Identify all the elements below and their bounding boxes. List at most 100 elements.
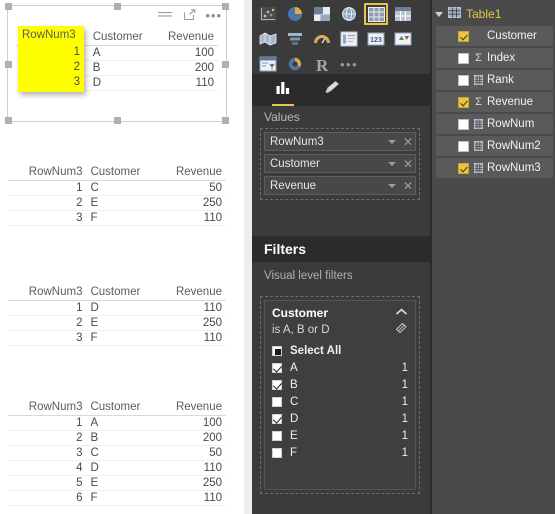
checkbox-unchecked[interactable] bbox=[458, 140, 469, 152]
column-header-revenue[interactable]: Revenue bbox=[151, 400, 226, 416]
chevron-down-icon[interactable] bbox=[388, 139, 396, 144]
multi-row-card-icon[interactable] bbox=[337, 28, 361, 50]
field-item-rank[interactable]: Rank bbox=[436, 70, 553, 90]
filter-item-d[interactable]: D 1 bbox=[272, 410, 408, 427]
table-visual-fourth[interactable]: RowNum3 Customer Revenue 1 A 100 2 B 200 bbox=[8, 400, 226, 514]
table-row[interactable]: 4 D 110 bbox=[8, 460, 226, 476]
column-header-customer[interactable]: Customer bbox=[86, 285, 152, 301]
remove-field-icon[interactable]: ✕ bbox=[403, 180, 413, 192]
filter-item-b[interactable]: B 1 bbox=[272, 376, 408, 393]
column-header-revenue[interactable]: Revenue bbox=[149, 30, 218, 46]
table-row[interactable]: 1 A 100 bbox=[16, 45, 218, 61]
filters-dropzone[interactable]: Customer is A, B or D Select All A 1 B 1… bbox=[260, 296, 420, 494]
funnel-icon[interactable] bbox=[283, 28, 307, 50]
column-header-customer[interactable]: Customer bbox=[86, 165, 152, 181]
values-field-wells[interactable]: RowNum3 ✕ Customer ✕ Revenue ✕ bbox=[260, 128, 420, 200]
chevron-down-icon[interactable] bbox=[388, 161, 396, 166]
filled-map-icon[interactable] bbox=[256, 28, 280, 50]
table-row[interactable]: 1 D 110 bbox=[8, 300, 226, 316]
checkbox-unchecked[interactable] bbox=[458, 52, 469, 64]
filter-icon[interactable] bbox=[157, 9, 174, 23]
checkbox-indeterminate[interactable] bbox=[272, 345, 282, 356]
table-visual-filtered-top[interactable]: ••• RowNum3 Customer Revenue 1 A 100 2 B… bbox=[5, 3, 229, 124]
field-item-rownum[interactable]: RowNum bbox=[436, 114, 553, 134]
column-header-rownum3[interactable]: RowNum3 bbox=[8, 285, 87, 301]
filter-item-f[interactable]: F 1 bbox=[272, 444, 408, 461]
filter-item-select-all[interactable]: Select All bbox=[272, 342, 408, 359]
table-row[interactable]: 5 E 250 bbox=[8, 475, 226, 491]
column-header-rownum3[interactable]: RowNum3 bbox=[8, 165, 87, 181]
column-header-rownum3[interactable]: RowNum3 bbox=[8, 400, 87, 416]
checkbox-checked[interactable] bbox=[272, 362, 282, 373]
checkbox-checked[interactable] bbox=[458, 30, 469, 42]
filter-item-a[interactable]: A 1 bbox=[272, 359, 408, 376]
field-item-rownum2[interactable]: RowNum2 bbox=[436, 136, 553, 156]
more-visuals-ellipsis-icon[interactable]: ••• bbox=[337, 53, 358, 75]
resize-handle-middle-bottom[interactable] bbox=[114, 117, 121, 124]
resize-handle-bottom-right[interactable] bbox=[222, 117, 229, 124]
table-row[interactable]: 2 E 250 bbox=[8, 315, 226, 331]
focus-mode-icon[interactable] bbox=[183, 8, 196, 24]
remove-field-icon[interactable]: ✕ bbox=[403, 136, 413, 148]
resize-handle-middle-left[interactable] bbox=[5, 60, 12, 68]
field-item-index[interactable]: Σ Index bbox=[436, 48, 553, 68]
donut-chart-icon[interactable] bbox=[283, 53, 307, 75]
scatter-chart-icon[interactable] bbox=[256, 3, 280, 25]
tab-format[interactable] bbox=[318, 76, 344, 106]
filter-item-e[interactable]: E 1 bbox=[272, 427, 408, 444]
chevron-down-icon[interactable] bbox=[388, 183, 396, 188]
triangle-expanded-icon[interactable] bbox=[435, 11, 443, 17]
checkbox-unchecked[interactable] bbox=[272, 396, 282, 407]
table-row[interactable]: 3 F 110 bbox=[8, 210, 226, 226]
table-row[interactable]: 2 B 200 bbox=[16, 60, 218, 76]
eraser-clear-filter-icon[interactable] bbox=[395, 322, 408, 337]
r-script-visual-icon[interactable]: R bbox=[310, 53, 334, 75]
treemap-icon[interactable] bbox=[310, 3, 334, 25]
field-item-revenue[interactable]: Σ Revenue bbox=[436, 92, 553, 112]
table-row[interactable]: 3 C 50 bbox=[8, 445, 226, 461]
checkbox-unchecked[interactable] bbox=[458, 118, 469, 130]
resize-handle-top-right[interactable] bbox=[222, 3, 229, 10]
field-well-rownum3[interactable]: RowNum3 ✕ bbox=[264, 132, 416, 151]
field-well-revenue[interactable]: Revenue ✕ bbox=[264, 176, 416, 195]
resize-handle-bottom-left[interactable] bbox=[5, 117, 12, 124]
column-header-customer[interactable]: Customer bbox=[86, 400, 152, 416]
checkbox-unchecked[interactable] bbox=[272, 430, 282, 441]
map-icon[interactable] bbox=[337, 3, 361, 25]
table-icon[interactable] bbox=[364, 3, 388, 25]
pie-chart-icon[interactable] bbox=[283, 3, 307, 25]
field-well-customer[interactable]: Customer ✕ bbox=[264, 154, 416, 173]
remove-field-icon[interactable]: ✕ bbox=[403, 158, 413, 170]
filter-value-list[interactable]: Select All A 1 B 1 C 1 D 1 E 1 F 1 bbox=[272, 342, 408, 461]
report-canvas[interactable]: ••• RowNum3 Customer Revenue 1 A 100 2 B… bbox=[0, 0, 252, 514]
resize-handle-middle-right[interactable] bbox=[222, 60, 229, 68]
table-row[interactable]: 6 F 110 bbox=[8, 490, 226, 506]
filter-item-c[interactable]: C 1 bbox=[272, 393, 408, 410]
more-options-ellipsis-icon[interactable]: ••• bbox=[205, 9, 222, 22]
column-header-customer[interactable]: Customer bbox=[88, 30, 150, 46]
table-visual-third[interactable]: RowNum3 Customer Revenue 1 D 110 2 E 250 bbox=[8, 285, 226, 360]
column-header-revenue[interactable]: Revenue bbox=[151, 285, 226, 301]
gauge-icon[interactable] bbox=[310, 28, 334, 50]
field-item-customer[interactable]: Customer bbox=[436, 26, 553, 46]
card-icon[interactable]: 123 bbox=[364, 28, 388, 50]
slicer-icon[interactable] bbox=[256, 53, 280, 75]
checkbox-unchecked[interactable] bbox=[458, 74, 469, 86]
column-header-rownum3[interactable]: RowNum3 bbox=[16, 30, 89, 46]
column-header-revenue[interactable]: Revenue bbox=[151, 165, 226, 181]
checkbox-checked[interactable] bbox=[458, 96, 469, 108]
checkbox-checked[interactable] bbox=[458, 162, 469, 174]
table-row[interactable]: 1 A 100 bbox=[8, 415, 226, 431]
fields-table-header-table1[interactable]: Table1 bbox=[430, 4, 555, 24]
tab-fields[interactable] bbox=[270, 76, 296, 106]
table-visual-second[interactable]: RowNum3 Customer Revenue 1 C 50 2 E 250 bbox=[8, 165, 226, 240]
table-row[interactable]: 2 B 200 bbox=[8, 430, 226, 446]
table-row[interactable]: 3 F 110 bbox=[8, 330, 226, 346]
table-row[interactable]: 1 C 50 bbox=[8, 180, 226, 196]
resize-handle-top-left[interactable] bbox=[5, 3, 12, 10]
checkbox-checked[interactable] bbox=[272, 413, 282, 424]
filter-card-customer[interactable]: Customer is A, B or D Select All A 1 B 1… bbox=[264, 300, 416, 490]
table-row[interactable]: 3 D 110 bbox=[16, 75, 218, 91]
checkbox-checked[interactable] bbox=[272, 379, 282, 390]
chevron-up-icon[interactable] bbox=[395, 307, 408, 319]
